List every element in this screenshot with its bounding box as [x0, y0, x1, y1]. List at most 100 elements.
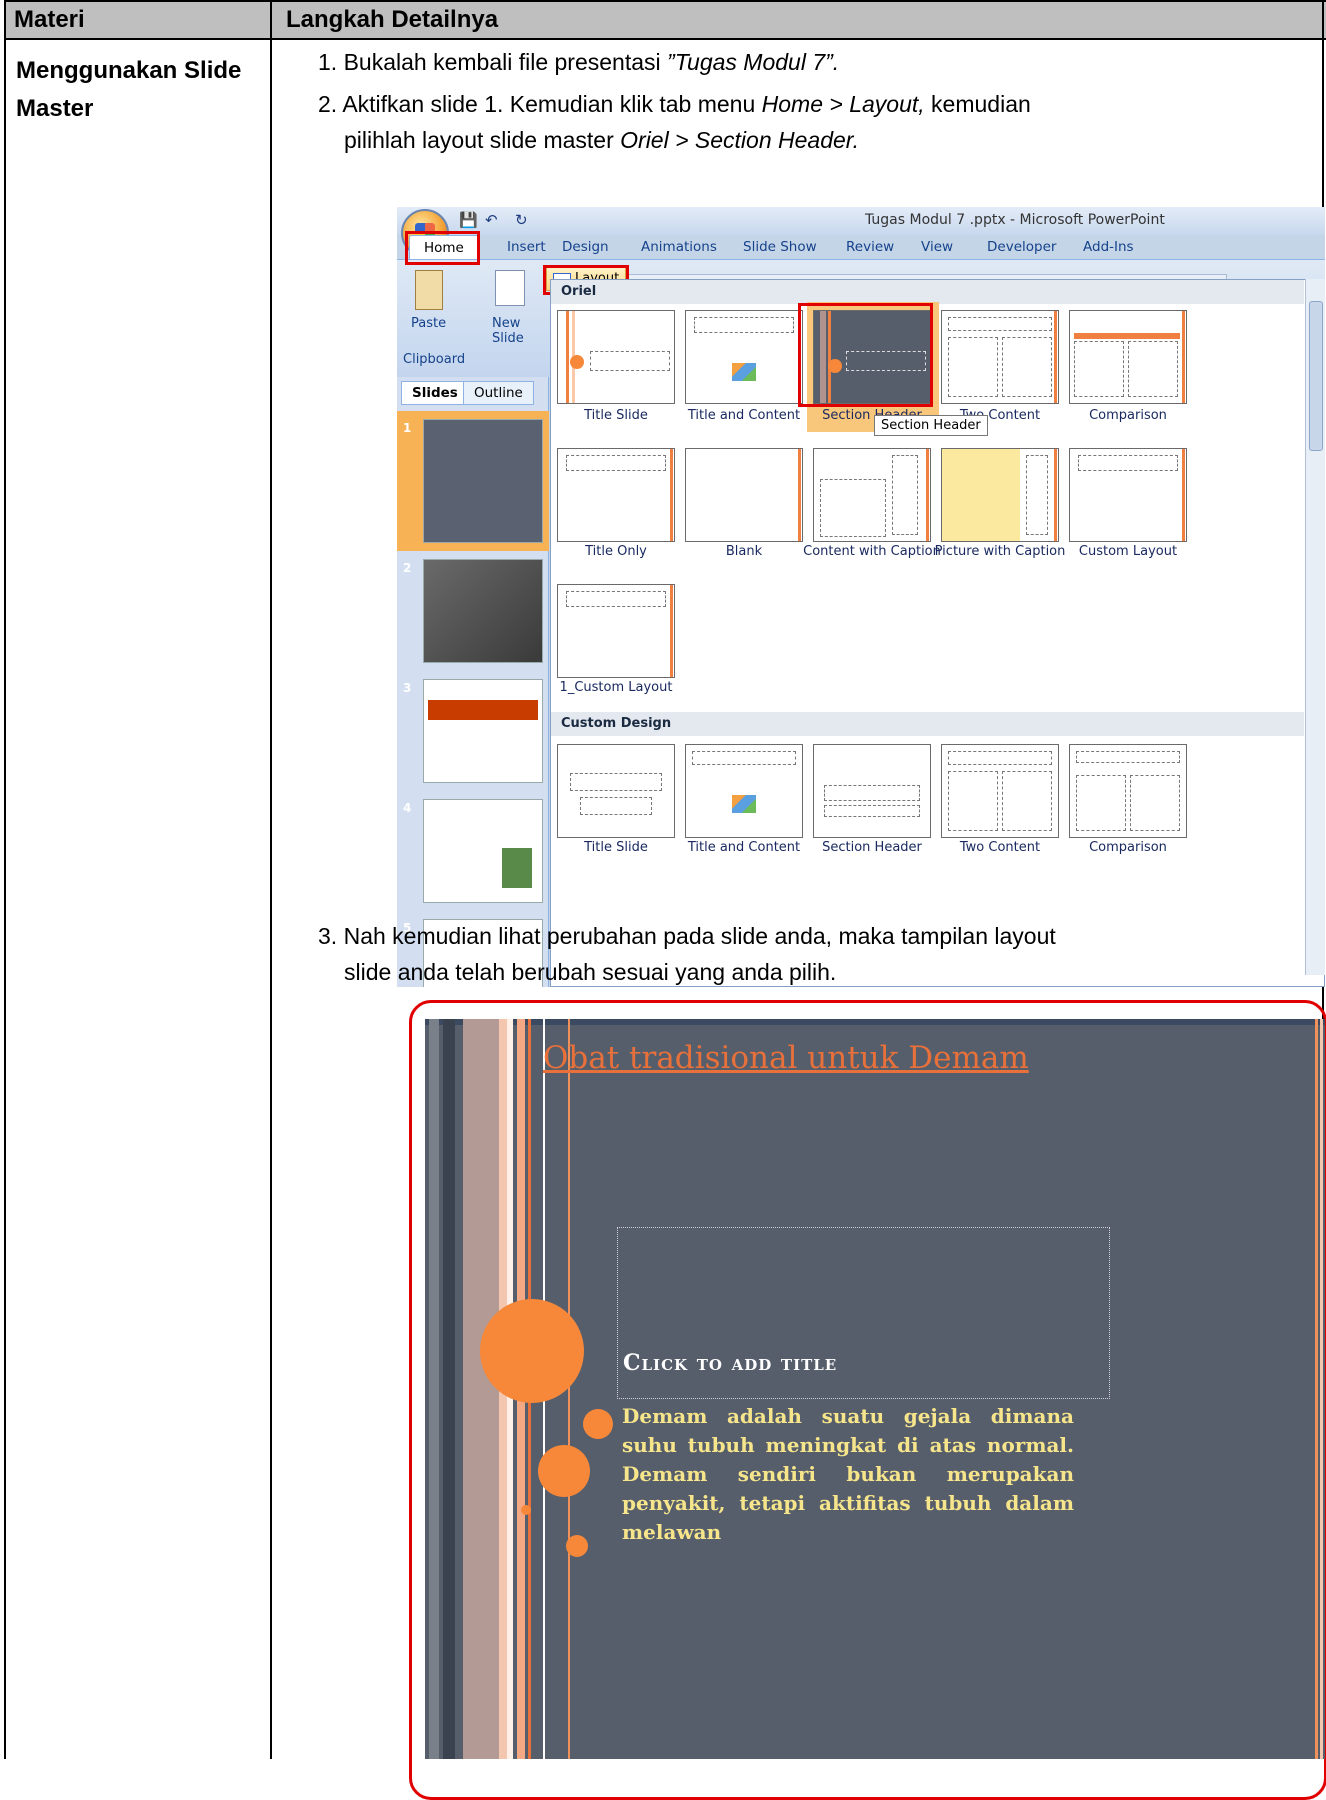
- section-header-tooltip: Section Header: [874, 415, 988, 436]
- layout-label-comparison: Comparison: [1089, 408, 1167, 423]
- custom-label-section-header: Section Header: [822, 840, 922, 855]
- table-border-left: [4, 0, 6, 1759]
- header-materi: Materi: [14, 6, 85, 33]
- table-column-divider: [270, 0, 272, 1759]
- materi-line-1: Menggunakan Slide: [16, 57, 242, 84]
- undo-icon[interactable]: ↶: [485, 211, 498, 231]
- materi-line-2: Master: [16, 95, 94, 122]
- layout-thumb-content-with-caption[interactable]: [813, 448, 931, 542]
- slide-number-2: 2: [403, 561, 412, 575]
- slide-thumbnail-1[interactable]: [423, 419, 543, 543]
- tab-slide-show[interactable]: Slide Show: [743, 239, 817, 255]
- slide-thumbnail-4[interactable]: [423, 799, 543, 903]
- home-tab-highlight: [405, 231, 480, 265]
- header-langkah: Langkah Detailnya: [286, 6, 499, 33]
- custom-thumb-section-header[interactable]: [813, 744, 931, 838]
- layout-thumb-title-only[interactable]: [557, 448, 675, 542]
- slide-top-band: [425, 1019, 1325, 1025]
- layout-thumb-title-slide[interactable]: [557, 310, 675, 404]
- slide-body-text: Demam adalah suatu gejala dimana suhu tu…: [622, 1404, 1074, 1544]
- layout-label-title-only: Title Only: [585, 544, 647, 559]
- step-2-number: 2.: [318, 91, 338, 117]
- orange-circle-tiny: [521, 1505, 531, 1515]
- step-3-text-a: Nah kemudian lihat perubahan pada slide …: [343, 923, 1056, 949]
- step-2: 2. Aktifkan slide 1. Kemudian klik tab m…: [318, 86, 1308, 158]
- layout-thumb-1-custom-layout[interactable]: [557, 584, 675, 678]
- slide-thumbnail-3[interactable]: [423, 679, 543, 783]
- custom-label-comparison: Comparison: [1089, 840, 1167, 855]
- layout-thumb-custom-layout[interactable]: [1069, 448, 1187, 542]
- step-1-number: 1.: [318, 49, 338, 75]
- gallery-scrollbar[interactable]: [1305, 279, 1325, 975]
- slide-number-3: 3: [403, 681, 412, 695]
- paste-label[interactable]: Paste: [411, 316, 446, 331]
- step-1-text: Bukalah kembali file presentasi: [343, 49, 668, 75]
- document-page: Materi Langkah Detailnya Menggunakan Sli…: [0, 0, 1326, 1800]
- thumbnail-picture: [502, 848, 532, 888]
- tab-outline[interactable]: Outline: [463, 381, 534, 405]
- materi-cell: Menggunakan Slide Master: [16, 52, 241, 128]
- slide-stripe-3: [463, 1019, 499, 1759]
- tab-developer[interactable]: Developer: [987, 239, 1056, 255]
- custom-thumb-title-slide[interactable]: [557, 744, 675, 838]
- tab-slides[interactable]: Slides: [401, 381, 469, 405]
- tab-add-ins[interactable]: Add-Ins: [1083, 239, 1134, 255]
- slide-thumbnail-2[interactable]: [423, 559, 543, 663]
- layout-label-custom-layout: Custom Layout: [1078, 544, 1178, 559]
- step-2-emphasis-a: Home > Layout,: [761, 91, 925, 117]
- save-icon[interactable]: 💾: [459, 211, 478, 231]
- new-slide-label[interactable]: New Slide: [492, 316, 538, 346]
- step-3: 3. Nah kemudian lihat perubahan pada sli…: [318, 918, 1308, 990]
- powerpoint-screenshot: 💾 ↶ ↻ Tugas Modul 7 .pptx - Microsoft Po…: [397, 207, 1325, 987]
- layout-thumb-title-and-content[interactable]: [685, 310, 803, 404]
- layout-label-title-slide: Title Slide: [584, 408, 648, 423]
- step-2-emphasis-b: Oriel > Section Header.: [620, 127, 859, 153]
- slide-stripe-right-2: [1320, 1019, 1323, 1759]
- step-2-text-c: pilihlah layout slide master: [344, 127, 621, 153]
- custom-thumb-comparison[interactable]: [1069, 744, 1187, 838]
- table-header-divider: [4, 38, 1326, 40]
- layout-gallery: Oriel Custom Design Title Slide Title an…: [550, 279, 1325, 987]
- step-2-text-b: kemudian: [924, 91, 1031, 117]
- new-slide-icon[interactable]: [495, 270, 525, 306]
- window-title: Tugas Modul 7 .pptx - Microsoft PowerPoi…: [865, 212, 1165, 228]
- orange-circle-medium: [583, 1409, 613, 1439]
- section-header-highlight: [798, 303, 933, 407]
- layout-thumb-picture-with-caption[interactable]: [941, 448, 1059, 542]
- tab-view[interactable]: View: [921, 239, 953, 255]
- slide-number-1: 1: [403, 421, 412, 435]
- orange-circle-small: [566, 1535, 588, 1557]
- click-to-add-title: Click to add title: [623, 1350, 838, 1376]
- paste-icon[interactable]: [415, 270, 443, 310]
- orange-circle-mid: [538, 1445, 590, 1497]
- slide-number-4: 4: [403, 801, 412, 815]
- table-header-row: [6, 2, 1326, 38]
- tab-design[interactable]: Design: [562, 239, 609, 255]
- custom-thumb-two-content[interactable]: [941, 744, 1059, 838]
- layout-label-1-custom-layout: 1_Custom Layout: [559, 680, 673, 695]
- step-2-text-a: Aktifkan slide 1. Kemudian klik tab menu: [342, 91, 762, 117]
- layout-label-blank: Blank: [725, 544, 763, 559]
- slide-title: Obat tradisional untuk Demam: [543, 1040, 1029, 1076]
- custom-thumb-title-and-content[interactable]: [685, 744, 803, 838]
- slide-stripe-9: [568, 1019, 570, 1759]
- tab-review[interactable]: Review: [846, 239, 894, 255]
- custom-label-title-and-content: Title and Content: [687, 840, 801, 855]
- redo-icon[interactable]: ↻: [515, 211, 528, 231]
- layout-thumb-two-content[interactable]: [941, 310, 1059, 404]
- layout-label-picture-with-caption: Picture with Caption: [934, 544, 1066, 559]
- layout-label-title-and-content: Title and Content: [687, 408, 801, 423]
- step-1: 1. Bukalah kembali file presentasi ”Tuga…: [318, 44, 1308, 80]
- orange-circle-large: [480, 1299, 584, 1403]
- tab-insert[interactable]: Insert: [507, 239, 546, 255]
- title-bar: [397, 207, 1325, 235]
- tab-animations[interactable]: Animations: [641, 239, 717, 255]
- layout-thumb-comparison[interactable]: [1069, 310, 1187, 404]
- slide-stripe-1: [429, 1019, 439, 1759]
- thumbnail-banner: [428, 700, 538, 720]
- gallery-header-oriel: Oriel: [551, 280, 1304, 304]
- layout-thumb-blank[interactable]: [685, 448, 803, 542]
- gallery-scroll-thumb[interactable]: [1309, 301, 1323, 451]
- slide-stripe-2: [443, 1019, 455, 1759]
- gallery-header-custom: Custom Design: [551, 712, 1304, 736]
